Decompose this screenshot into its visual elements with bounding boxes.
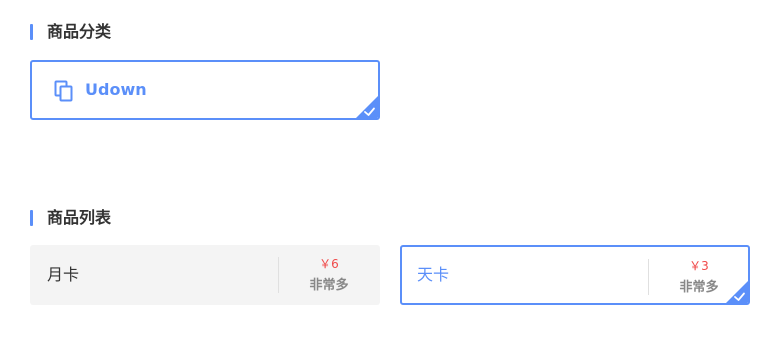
product-price: ￥6 [319,257,339,271]
category-item-label: Udown [85,80,147,99]
section-accent-bar [30,210,33,226]
product-item-monthly[interactable]: 月卡 ￥6 非常多 [30,245,380,305]
product-item-daily[interactable]: 天卡 ￥3 非常多 [400,245,750,305]
product-name: 天卡 [417,265,450,284]
product-name: 月卡 [47,265,80,284]
category-section-title: 商品分类 [47,22,112,41]
copy-icon [54,80,73,102]
selected-check-icon [356,96,378,118]
selected-check-icon [726,281,748,303]
section-accent-bar [30,24,33,40]
product-stock: 非常多 [309,278,349,293]
product-section-title: 商品列表 [47,208,112,227]
product-section-header: 商品列表 [30,209,111,227]
category-item-udown[interactable]: Udown [30,60,380,120]
category-section-header: 商品分类 [30,23,111,41]
product-price: ￥3 [689,259,709,273]
